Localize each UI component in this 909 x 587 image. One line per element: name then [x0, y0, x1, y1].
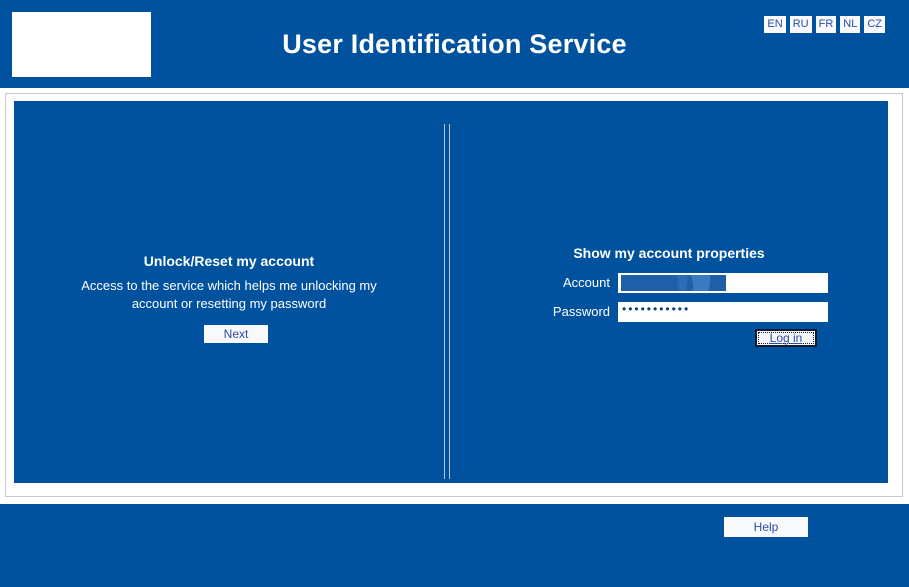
password-input[interactable]: ••••••••••• [618, 302, 828, 322]
language-button-fr[interactable]: FR [815, 16, 837, 33]
unlock-reset-panel: Unlock/Reset my account Access to the se… [14, 101, 444, 483]
language-button-ru[interactable]: RU [789, 16, 812, 33]
content-panel: Unlock/Reset my account Access to the se… [14, 101, 888, 483]
language-button-cz[interactable]: CZ [864, 16, 885, 33]
password-label: Password [552, 304, 610, 319]
page-header: User Identification Service EN RU FR NL … [0, 0, 909, 88]
help-button[interactable]: Help [724, 517, 808, 537]
unlock-reset-heading: Unlock/Reset my account [143, 253, 315, 269]
account-label: Account [563, 275, 610, 290]
language-button-en[interactable]: EN [764, 16, 786, 33]
content-frame: Unlock/Reset my account Access to the se… [5, 93, 903, 497]
password-field-row: Password ••••••••••• [450, 302, 888, 322]
account-input[interactable] [618, 273, 828, 293]
account-field-row: Account [450, 273, 888, 293]
page-title: User Identification Service [282, 29, 627, 59]
page-footer: Help [0, 504, 909, 587]
account-properties-heading: Show my account properties [573, 245, 765, 261]
login-button-label: Log in [769, 331, 803, 345]
next-button[interactable]: Next [204, 325, 268, 343]
language-selector: EN RU FR NL CZ [764, 16, 885, 33]
login-button[interactable]: Log in [755, 329, 817, 347]
redacted-value-overlay [621, 275, 726, 291]
language-button-nl[interactable]: NL [840, 16, 861, 33]
account-properties-panel: Show my account properties Account Passw… [450, 101, 888, 483]
divider-line-left [444, 124, 445, 479]
unlock-reset-description: Access to the service which helps me unl… [81, 278, 377, 311]
